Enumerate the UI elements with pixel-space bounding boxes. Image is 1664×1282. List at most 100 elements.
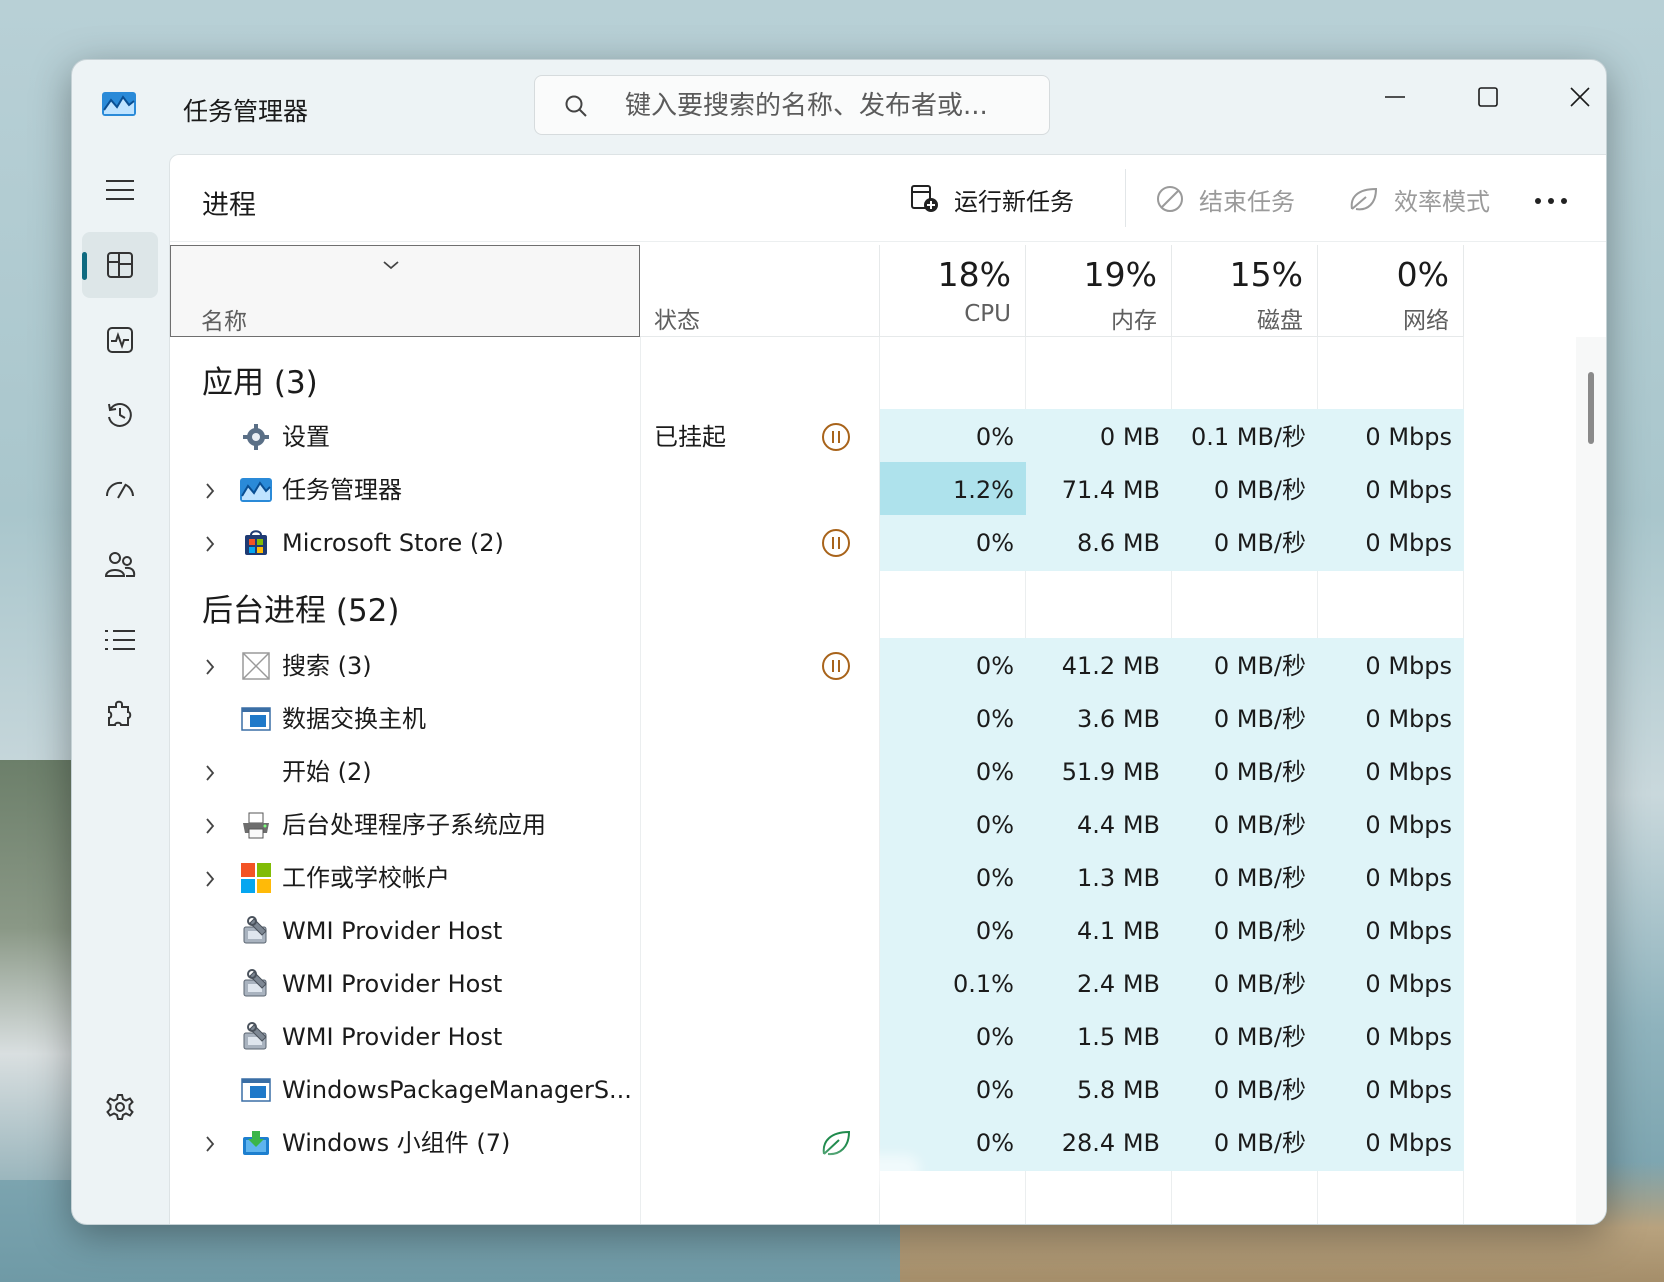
expand-chevron-icon[interactable] xyxy=(204,515,224,571)
widgets-icon xyxy=(240,1127,272,1159)
expand-chevron-icon[interactable] xyxy=(204,462,224,518)
nav-startup-apps[interactable] xyxy=(82,457,158,523)
microsoft-logo-icon xyxy=(240,862,272,894)
cpu-value: 0% xyxy=(880,850,1026,906)
process-name: WMI Provider Host xyxy=(282,970,503,998)
disk-value: 0 MB/秒 xyxy=(1172,903,1318,959)
task-manager-icon xyxy=(240,474,272,506)
page-title: 进程 xyxy=(202,190,256,221)
disk-value: 0 MB/秒 xyxy=(1172,797,1318,853)
cpu-value: 0% xyxy=(880,1062,1026,1118)
column-header-network[interactable]: 0% 网络 xyxy=(1318,245,1464,337)
minimize-icon xyxy=(1385,96,1405,98)
memory-value: 71.4 MB xyxy=(1026,462,1172,518)
details-list-icon xyxy=(105,630,135,650)
users-icon xyxy=(104,552,136,577)
disk-value: 0 MB/秒 xyxy=(1172,1115,1318,1171)
nav-users[interactable] xyxy=(82,532,158,598)
vertical-scrollbar[interactable] xyxy=(1576,337,1606,1224)
navigation-rail xyxy=(72,152,164,1224)
sort-chevron-down-icon xyxy=(383,261,399,270)
memory-value: 1.3 MB xyxy=(1026,850,1172,906)
wmi-icon xyxy=(240,1021,272,1053)
nav-settings[interactable] xyxy=(82,1074,158,1140)
process-row[interactable]: 后台处理程序子系统应用 0% 4.4 MB 0 MB/秒 0 Mbps xyxy=(170,797,1464,853)
cpu-label: CPU xyxy=(964,301,1011,327)
process-row[interactable]: WMI Provider Host 0.1% 2.4 MB 0 MB/秒 0 Mbps xyxy=(170,956,1464,1012)
network-value: 0 Mbps xyxy=(1318,515,1464,571)
process-row[interactable]: Microsoft Store (2) 0% 8.6 MB 0 MB/秒 0 Mbps xyxy=(170,515,1464,571)
menu-button[interactable] xyxy=(82,157,158,223)
column-header-disk[interactable]: 15% 磁盘 xyxy=(1172,245,1318,337)
processes-page: 进程 运行新任务 结束任务 效率模式 名称 状态 18% CPU 19% 内存 … xyxy=(169,154,1606,1224)
process-row[interactable]: WindowsPackageManagerS... 0% 5.8 MB 0 MB/秒 0… xyxy=(170,1062,1464,1118)
efficiency-mode-label: 效率模式 xyxy=(1394,187,1490,216)
window-app-icon xyxy=(240,703,272,735)
column-header-memory[interactable]: 19% 内存 xyxy=(1026,245,1172,337)
disk-value: 0 MB/秒 xyxy=(1172,1009,1318,1065)
store-icon xyxy=(240,527,272,559)
expand-chevron-icon[interactable] xyxy=(204,797,224,853)
process-name: WMI Provider Host xyxy=(282,1023,503,1051)
end-task-label: 结束任务 xyxy=(1199,187,1295,216)
disk-value: 0.1 MB/秒 xyxy=(1172,409,1318,465)
expand-chevron-icon[interactable] xyxy=(204,744,224,800)
nav-processes[interactable] xyxy=(82,232,158,298)
column-header-name[interactable]: 名称 xyxy=(170,245,640,337)
maximize-icon xyxy=(1478,87,1498,107)
close-icon xyxy=(1570,87,1590,107)
paused-icon xyxy=(820,650,852,682)
nav-details[interactable] xyxy=(82,607,158,673)
hamburger-icon xyxy=(106,180,134,200)
search-box[interactable] xyxy=(534,75,1050,135)
close-button[interactable] xyxy=(1534,68,1606,126)
scrollbar-thumb[interactable] xyxy=(1588,372,1594,444)
watermark-blur xyxy=(650,1155,920,1185)
process-row[interactable]: 搜索 (3) 0% 41.2 MB 0 MB/秒 0 Mbps xyxy=(170,638,1464,694)
expand-chevron-icon[interactable] xyxy=(204,638,224,694)
network-value: 0 Mbps xyxy=(1318,903,1464,959)
process-row[interactable]: 设置 已挂起 0% 0 MB 0.1 MB/秒 0 Mbps xyxy=(170,409,1464,465)
cpu-value: 0% xyxy=(880,409,1026,465)
process-name: Windows 小组件 (7) xyxy=(282,1129,511,1157)
network-total-percent: 0% xyxy=(1396,255,1449,294)
task-manager-window: 任务管理器 键入要搜索的名称、发布者或... 进程 运行新任务 结束任务 效率模… xyxy=(71,59,1607,1225)
network-value: 0 Mbps xyxy=(1318,1115,1464,1171)
minimize-button[interactable] xyxy=(1349,68,1441,126)
end-task-button[interactable]: 结束任务 xyxy=(1155,177,1295,221)
memory-value: 28.4 MB xyxy=(1026,1115,1172,1171)
leaf-icon xyxy=(1350,187,1378,211)
process-row[interactable]: 任务管理器 1.2% 71.4 MB 0 MB/秒 0 Mbps xyxy=(170,462,1464,518)
run-new-task-label: 运行新任务 xyxy=(954,187,1074,216)
disk-value: 0 MB/秒 xyxy=(1172,691,1318,747)
network-value: 0 Mbps xyxy=(1318,850,1464,906)
search-input[interactable] xyxy=(623,84,1027,128)
disk-value: 0 MB/秒 xyxy=(1172,1062,1318,1118)
memory-value: 2.4 MB xyxy=(1026,956,1172,1012)
disk-value: 0 MB/秒 xyxy=(1172,744,1318,800)
nav-services[interactable] xyxy=(82,682,158,748)
network-value: 0 Mbps xyxy=(1318,956,1464,1012)
expand-chevron-icon[interactable] xyxy=(204,1115,224,1171)
process-row[interactable]: WMI Provider Host 0% 4.1 MB 0 MB/秒 0 Mbps xyxy=(170,903,1464,959)
process-name: 搜索 (3) xyxy=(282,652,372,680)
column-header-status[interactable]: 状态 xyxy=(640,245,880,337)
process-row[interactable]: 工作或学校帐户 0% 1.3 MB 0 MB/秒 0 Mbps xyxy=(170,850,1464,906)
group-header-background[interactable]: 后台进程 (52) xyxy=(202,585,400,630)
maximize-button[interactable] xyxy=(1442,68,1534,126)
memory-total-percent: 19% xyxy=(1083,255,1157,294)
run-new-task-button[interactable]: 运行新任务 xyxy=(910,177,1074,221)
process-row[interactable]: 开始 (2) 0% 51.9 MB 0 MB/秒 0 Mbps xyxy=(170,744,1464,800)
process-row[interactable]: WMI Provider Host 0% 1.5 MB 0 MB/秒 0 Mbps xyxy=(170,1009,1464,1065)
group-header-apps[interactable]: 应用 (3) xyxy=(202,357,318,402)
paused-icon xyxy=(820,527,852,559)
column-header-cpu[interactable]: 18% CPU xyxy=(880,245,1026,337)
disk-value: 0 MB/秒 xyxy=(1172,850,1318,906)
disk-value: 0 MB/秒 xyxy=(1172,638,1318,694)
nav-performance[interactable] xyxy=(82,307,158,373)
expand-chevron-icon[interactable] xyxy=(204,850,224,906)
more-options-button[interactable] xyxy=(1526,181,1576,221)
efficiency-mode-button[interactable]: 效率模式 xyxy=(1348,177,1490,221)
nav-app-history[interactable] xyxy=(82,382,158,448)
process-row[interactable]: 数据交换主机 0% 3.6 MB 0 MB/秒 0 Mbps xyxy=(170,691,1464,747)
